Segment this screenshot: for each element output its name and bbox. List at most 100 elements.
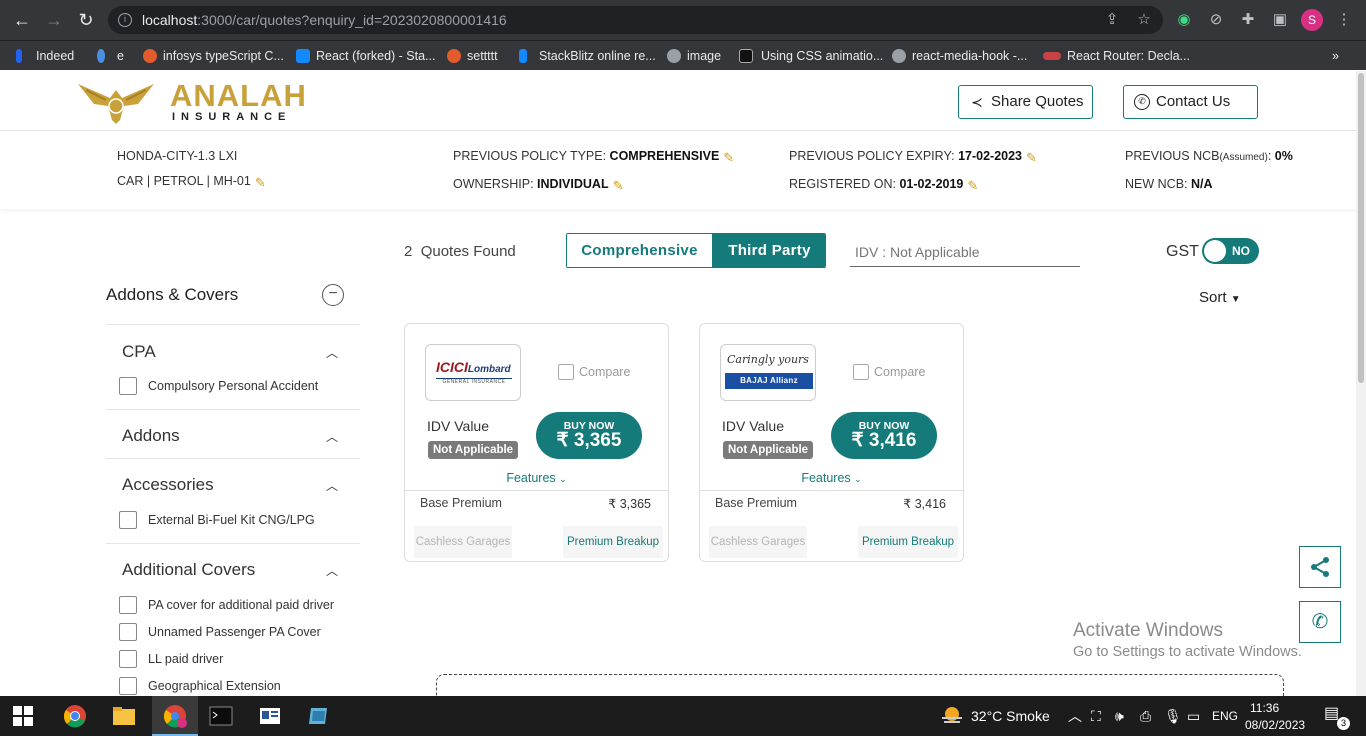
sort-dropdown[interactable]: Sort ▼ (1199, 289, 1241, 306)
bookmark-item[interactable]: infosys typeScript C... (143, 45, 284, 67)
caret-down-icon: ▼ (1230, 294, 1241, 305)
buy-now-button[interactable]: BUY NOW ₹ 3,416 (831, 412, 937, 459)
address-bar[interactable]: i localhost:3000/car/quotes?enquiry_id=2… (108, 6, 1163, 34)
checkbox[interactable] (119, 596, 137, 614)
edit-vehicle-icon[interactable]: ✎ (255, 176, 269, 190)
volume-icon[interactable]: 🕪 (1115, 708, 1124, 724)
checkbox[interactable] (119, 377, 137, 395)
cashless-garages-button[interactable]: Cashless Garages (414, 526, 512, 558)
bookmark-item[interactable]: react-media-hook -... (892, 45, 1027, 67)
checkbox[interactable] (853, 364, 869, 380)
filter-checkbox[interactable]: Compulsory Personal Accident (119, 377, 318, 395)
bookmark-item[interactable]: e (97, 45, 124, 67)
features-toggle[interactable]: Features ⌄ (405, 470, 668, 491)
bookmarks-overflow-icon[interactable]: » (1332, 45, 1339, 67)
features-toggle[interactable]: Features ⌄ (700, 470, 963, 491)
page-scrollbar[interactable] (1356, 71, 1366, 696)
language-indicator[interactable]: ENG (1212, 708, 1238, 724)
compare-checkbox[interactable]: Compare (853, 364, 925, 380)
tab-third-party[interactable]: Third Party (712, 234, 825, 267)
news-app-icon[interactable] (258, 704, 282, 728)
premium-breakup-button[interactable]: Premium Breakup (563, 526, 663, 558)
filter-checkbox[interactable]: Geographical Extension (119, 677, 281, 695)
chevron-up-icon[interactable]: ︿ (326, 344, 338, 361)
gst-toggle[interactable]: NO (1202, 238, 1259, 264)
chevron-up-icon[interactable]: ︿ (326, 428, 338, 445)
app-icon[interactable] (307, 704, 331, 728)
tab-comprehensive[interactable]: Comprehensive (567, 234, 712, 267)
battery-icon[interactable]: ▭ (1187, 708, 1200, 724)
contact-us-button[interactable]: ✆ Contact Us (1123, 85, 1258, 119)
file-explorer-icon[interactable] (112, 704, 136, 728)
collapse-all-icon[interactable]: − (322, 284, 344, 306)
filters-title: Addons & Covers (106, 285, 239, 304)
side-panel-icon[interactable]: ▣ (1271, 11, 1289, 29)
chrome-icon[interactable] (63, 704, 87, 728)
idv-input[interactable] (850, 237, 1080, 267)
cashless-garages-button[interactable]: Cashless Garages (709, 526, 807, 558)
taskbar-active-app[interactable] (152, 696, 198, 736)
microphone-icon[interactable]: 🎙 (1164, 708, 1182, 724)
edit-expiry-icon[interactable]: ✎ (1026, 151, 1040, 165)
clock-time[interactable]: 11:36 (1250, 700, 1279, 716)
checkbox[interactable] (119, 511, 137, 529)
phone-icon: ✆ (1311, 611, 1329, 633)
new-ncb: NEW NCB: N/A (1125, 177, 1213, 191)
eagle-logo-icon (78, 84, 154, 124)
vehicle-summary-bar: HONDA-CITY-1.3 LXI CAR | PETROL | MH-01 ✎… (0, 131, 1356, 209)
bookmark-item[interactable]: Using CSS animatio... (739, 45, 883, 67)
edit-policy-type-icon[interactable]: ✎ (723, 151, 737, 165)
bookmark-item[interactable]: Indeed (16, 45, 74, 67)
checkbox[interactable] (119, 623, 137, 641)
share-page-icon[interactable]: ⇪ (1103, 11, 1121, 29)
floating-call-button[interactable]: ✆ (1299, 601, 1341, 643)
reload-icon[interactable]: ↻ (76, 10, 96, 30)
show-hidden-icons-icon[interactable]: ︿ (1068, 708, 1082, 724)
quote-card: Caringly yours BAJAJ Allianz Compare IDV… (699, 323, 964, 562)
extensions-puzzle-icon[interactable]: ✚ (1239, 11, 1257, 29)
weather-icon[interactable] (940, 704, 964, 728)
filter-checkbox[interactable]: External Bi-Fuel Kit CNG/LPG (119, 511, 315, 529)
windows-start-icon[interactable] (13, 706, 33, 726)
extension-icon[interactable]: ◉ (1175, 11, 1193, 29)
floating-share-button[interactable] (1299, 546, 1341, 588)
network-icon[interactable]: ⛶ (1091, 708, 1101, 724)
weather-text[interactable]: 32°C Smoke (971, 708, 1050, 724)
bookmark-item[interactable]: React (forked) - Sta... (296, 45, 435, 67)
checkbox[interactable] (119, 677, 137, 695)
chevron-up-icon[interactable]: ︿ (326, 477, 338, 494)
terminal-icon[interactable] (209, 704, 233, 728)
extension-compass-icon[interactable]: ⊘ (1207, 11, 1225, 29)
bookmark-item[interactable]: StackBlitz online re... (519, 45, 656, 67)
forward-icon[interactable]: → (44, 10, 64, 30)
idv-label: IDV Value (722, 418, 784, 434)
filter-checkbox[interactable]: PA cover for additional paid driver (119, 596, 334, 614)
scrollbar-thumb[interactable] (1358, 73, 1364, 383)
profile-avatar[interactable]: S (1301, 9, 1323, 31)
bookmark-item[interactable]: image (667, 45, 721, 67)
edit-ownership-icon[interactable]: ✎ (613, 179, 627, 193)
bookmark-favicon (16, 49, 22, 63)
edit-registration-icon[interactable]: ✎ (967, 179, 981, 193)
premium-breakup-button[interactable]: Premium Breakup (858, 526, 958, 558)
previous-ncb: PREVIOUS NCB(Assumed): 0% (1125, 149, 1293, 163)
share-quotes-button[interactable]: ≺ Share Quotes (958, 85, 1093, 119)
back-icon[interactable]: ← (12, 10, 32, 30)
buy-now-button[interactable]: BUY NOW ₹ 3,365 (536, 412, 642, 459)
checkbox[interactable] (119, 650, 137, 668)
checkbox[interactable] (558, 364, 574, 380)
site-info-icon[interactable]: i (118, 13, 132, 27)
device-icon[interactable]: ⎙ (1140, 708, 1151, 724)
activation-watermark-text: Go to Settings to activate Windows. (1073, 644, 1302, 660)
bookmark-item[interactable]: React Router: Decla... (1043, 45, 1190, 67)
filter-checkbox[interactable]: LL paid driver (119, 650, 223, 668)
brand-logo[interactable]: ANALAH INSURANCE (76, 76, 306, 126)
browser-menu-icon[interactable]: ⋮ (1335, 11, 1353, 29)
clock-date[interactable]: 08/02/2023 (1245, 717, 1305, 733)
bookmark-item[interactable]: settttt (447, 45, 498, 67)
compare-checkbox[interactable]: Compare (558, 364, 630, 380)
bookmark-favicon (519, 49, 527, 63)
filter-checkbox[interactable]: Unnamed Passenger PA Cover (119, 623, 321, 641)
chevron-up-icon[interactable]: ︿ (326, 562, 338, 579)
bookmark-star-icon[interactable]: ☆ (1135, 11, 1153, 29)
